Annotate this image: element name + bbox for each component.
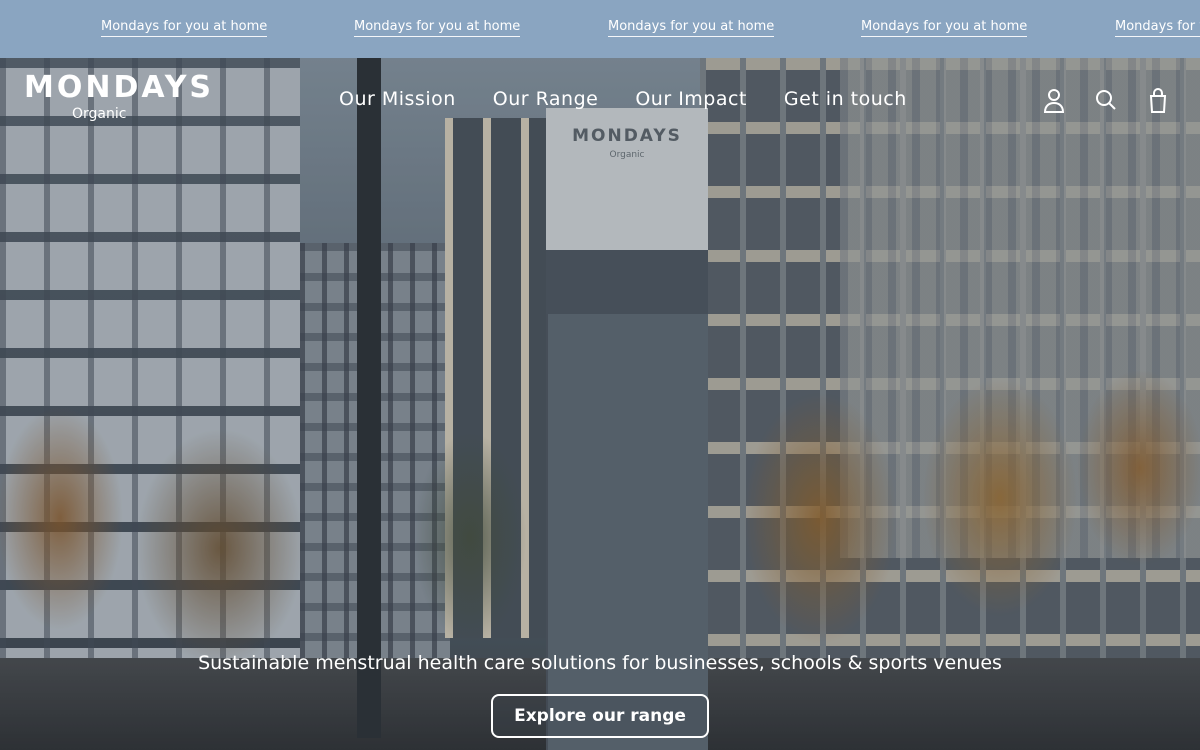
announcement-link[interactable]: Mondays for you at home [608,19,775,37]
explore-range-button[interactable]: Explore our range [491,694,709,738]
site-header: MONDAYS Organic Our Mission Our Range Ou… [0,58,1200,142]
bag-icon[interactable] [1144,86,1172,114]
announcement-link[interactable]: Mondays for you at home [354,19,521,37]
hero-overlay [0,58,1200,750]
nav-our-range[interactable]: Our Range [493,88,599,110]
hero-video: MONDAYS Organic [0,58,1200,750]
logo-wordmark: MONDAYS [24,70,215,105]
account-icon[interactable] [1040,86,1068,114]
main-nav: Our Mission Our Range Our Impact Get in … [339,88,907,110]
announcement-bar: Mondays for you at home Mondays for you … [0,0,1200,58]
announcement-link[interactable]: Mondays for you at home [1115,19,1200,37]
nav-our-impact[interactable]: Our Impact [635,88,747,110]
logo-subtitle: Organic [72,106,127,122]
logo[interactable]: MONDAYS Organic [24,70,215,122]
nav-get-in-touch[interactable]: Get in touch [784,88,907,110]
announcement-link[interactable]: Mondays for you at home [101,19,268,37]
search-icon[interactable] [1092,86,1120,114]
announcement-link[interactable]: Mondays for you at home [861,19,1028,37]
hero-tagline: Sustainable menstrual health care soluti… [198,652,1002,674]
nav-our-mission[interactable]: Our Mission [339,88,456,110]
header-icons [1040,86,1172,114]
